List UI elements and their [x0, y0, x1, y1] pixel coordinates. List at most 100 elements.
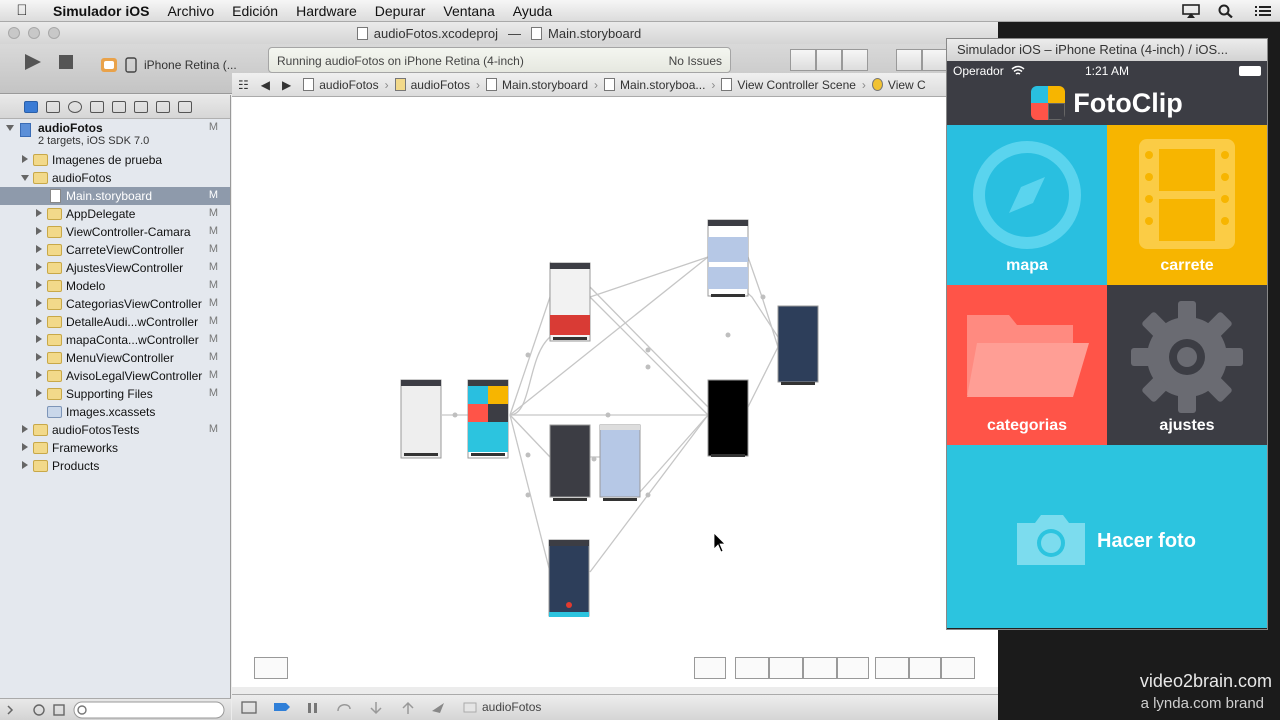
align-icon[interactable] — [735, 657, 769, 679]
issue-navigator-icon[interactable] — [90, 100, 104, 113]
editor-mode-segment[interactable] — [790, 49, 868, 71]
menu-depurar[interactable]: Depurar — [366, 3, 435, 19]
minimize-window-button[interactable] — [28, 27, 40, 39]
disclosure-triangle-icon[interactable] — [36, 353, 42, 361]
related-items-icon[interactable]: ☷ — [232, 78, 255, 92]
disclosure-triangle-icon[interactable] — [22, 155, 28, 163]
resizing-icon[interactable] — [837, 657, 869, 679]
breakpoint-navigator-icon[interactable] — [156, 100, 170, 113]
tree-row[interactable]: AvisoLegalViewController M — [0, 367, 230, 385]
disclosure-triangle-icon[interactable] — [22, 443, 28, 451]
resolve-icon[interactable] — [803, 657, 837, 679]
disclosure-triangle-icon[interactable] — [36, 245, 42, 253]
disclosure-triangle-icon[interactable] — [36, 281, 42, 289]
tree-row[interactable]: Products — [0, 457, 230, 475]
zoom-window-button[interactable] — [48, 27, 60, 39]
zoom-in-icon[interactable] — [941, 657, 975, 679]
tile-carrete[interactable]: carrete — [1107, 125, 1267, 285]
tree-row[interactable]: audioFotos — [0, 169, 230, 187]
tile-hacer-foto[interactable]: Hacer foto — [947, 445, 1267, 628]
menu-archivo[interactable]: Archivo — [158, 3, 223, 19]
back-button[interactable]: ◀ — [255, 78, 276, 92]
storyboard-canvas[interactable] — [232, 97, 998, 687]
scene-menu-view-controller — [467, 379, 509, 459]
scm-badge: M — [208, 297, 218, 309]
pin-icon[interactable] — [769, 657, 803, 679]
tree-row[interactable]: AppDelegate M — [0, 205, 230, 223]
toggle-navigator-icon[interactable] — [896, 49, 922, 71]
disclosure-triangle-icon[interactable] — [22, 461, 28, 469]
tile-mapa[interactable]: mapa — [947, 125, 1107, 285]
tree-row[interactable]: Frameworks — [0, 439, 230, 457]
disclosure-triangle-icon[interactable] — [36, 317, 42, 325]
device-form-factor-button[interactable] — [694, 657, 726, 679]
menu-hardware[interactable]: Hardware — [287, 3, 366, 19]
symbol-navigator-icon[interactable] — [46, 100, 60, 113]
breadcrumb-view-controller[interactable]: View C — [866, 78, 932, 92]
tree-row[interactable]: mapaConta...wController M — [0, 331, 230, 349]
run-button[interactable] — [22, 52, 44, 77]
notification-center-icon[interactable] — [1254, 4, 1272, 18]
test-navigator-icon[interactable] — [112, 100, 126, 113]
tree-row[interactable]: ViewController-Camara M — [0, 223, 230, 241]
tree-row-selected[interactable]: Main.storyboard M — [0, 187, 230, 205]
tree-row[interactable]: CarreteViewController M — [0, 241, 230, 259]
tile-categorias[interactable]: categorias — [947, 285, 1107, 445]
disclosure-triangle-icon[interactable] — [6, 125, 14, 131]
disclosure-triangle-icon[interactable] — [36, 299, 42, 307]
breadcrumb-file-base[interactable]: Main.storyboa... — [598, 78, 711, 92]
outline-toggle-button[interactable] — [254, 657, 288, 679]
view-toggle-segment[interactable] — [896, 49, 948, 71]
forward-button[interactable]: ▶ — [276, 78, 297, 92]
menu-ventana[interactable]: Ventana — [434, 3, 503, 19]
close-window-button[interactable] — [8, 27, 20, 39]
compass-icon — [973, 141, 1081, 249]
stop-button[interactable] — [58, 54, 74, 75]
apple-menu-icon[interactable]:  — [0, 2, 44, 19]
zoom-out-icon[interactable] — [875, 657, 909, 679]
breadcrumb-project[interactable]: audioFotos — [297, 78, 384, 92]
project-navigator-icon[interactable] — [24, 100, 38, 113]
debug-navigator-icon[interactable] — [134, 100, 148, 113]
menu-edicion[interactable]: Edición — [223, 3, 287, 19]
disclosure-triangle-icon[interactable] — [36, 389, 42, 397]
disclosure-triangle-icon[interactable] — [21, 175, 29, 181]
folder-icon — [47, 316, 62, 328]
log-navigator-icon[interactable] — [178, 100, 192, 113]
tree-row[interactable]: Images.xcassets — [0, 403, 230, 421]
breadcrumb-group[interactable]: audioFotos — [389, 78, 476, 92]
tree-row[interactable]: audioFotosTests M — [0, 421, 230, 439]
disclosure-triangle-icon[interactable] — [36, 335, 42, 343]
tile-categorias-label: categorias — [986, 417, 1068, 434]
tree-row[interactable]: Imagenes de prueba — [0, 151, 230, 169]
disclosure-triangle-icon[interactable] — [36, 371, 42, 379]
disclosure-triangle-icon[interactable] — [36, 209, 42, 217]
tree-row-project[interactable]: audioFotos 2 targets, iOS SDK 7.0 M — [0, 119, 230, 151]
version-editor-icon[interactable] — [842, 49, 868, 71]
tree-row[interactable]: CategoriasViewController M — [0, 295, 230, 313]
breadcrumb-scene[interactable]: View Controller Scene — [715, 78, 862, 92]
assistant-editor-icon[interactable] — [816, 49, 842, 71]
spotlight-search-icon[interactable] — [1218, 4, 1236, 19]
toggle-debug-area-icon[interactable] — [922, 49, 948, 71]
breadcrumb-file[interactable]: Main.storyboard — [480, 78, 594, 92]
scm-badge: M — [208, 207, 218, 219]
disclosure-triangle-icon[interactable] — [36, 227, 42, 235]
tile-ajustes[interactable]: ajustes — [1107, 285, 1267, 445]
menu-app[interactable]: Simulador iOS — [44, 3, 158, 19]
menu-ayuda[interactable]: Ayuda — [504, 3, 561, 19]
autolayout-controls[interactable] — [735, 657, 869, 679]
tree-row[interactable]: MenuViewController M — [0, 349, 230, 367]
standard-editor-icon[interactable] — [790, 49, 816, 71]
disclosure-triangle-icon[interactable] — [22, 425, 28, 433]
zoom-fit-icon[interactable] — [909, 657, 941, 679]
tree-row[interactable]: DetalleAudi...wController M — [0, 313, 230, 331]
airplay-icon[interactable] — [1182, 4, 1200, 18]
tree-row[interactable]: Supporting Files M — [0, 385, 230, 403]
tree-row[interactable]: Modelo M — [0, 277, 230, 295]
zoom-controls[interactable] — [875, 657, 975, 679]
find-navigator-icon[interactable] — [68, 100, 82, 113]
disclosure-triangle-icon[interactable] — [36, 263, 42, 271]
scheme-selector[interactable]: iPhone Retina (... — [100, 54, 237, 76]
tree-row[interactable]: AjustesViewController M — [0, 259, 230, 277]
